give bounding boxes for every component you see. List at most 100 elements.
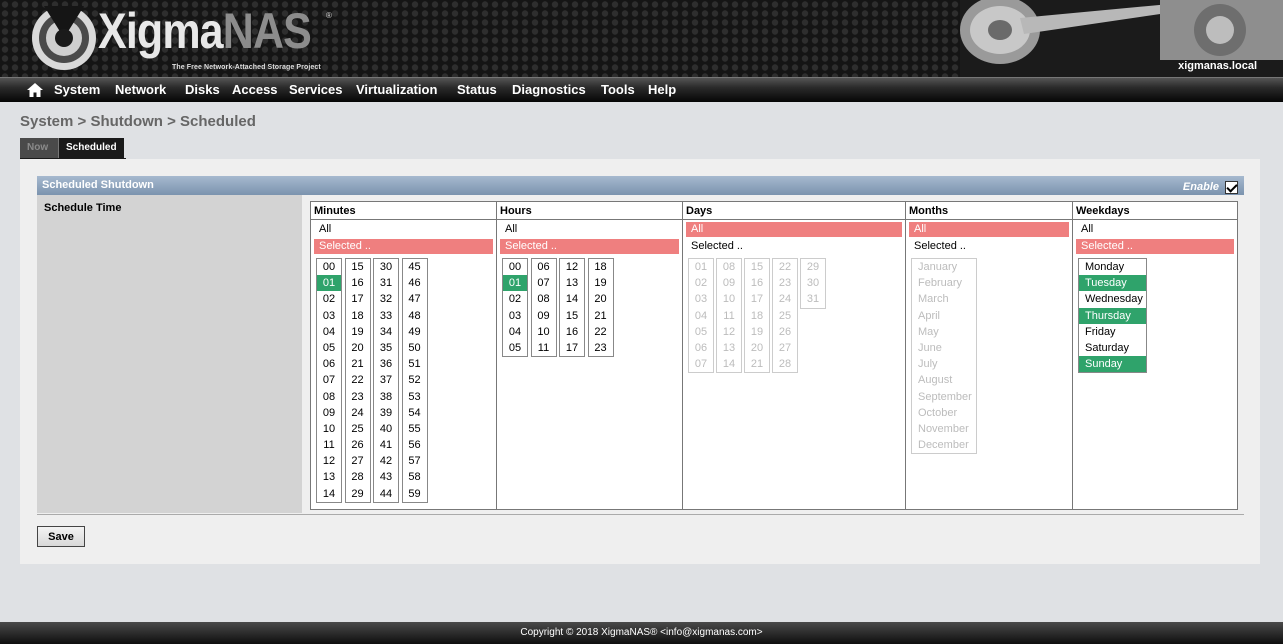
- nav-virtualization[interactable]: Virtualization: [356, 82, 437, 97]
- minutes-selected-option[interactable]: Selected ..: [314, 239, 493, 254]
- tab-now[interactable]: Now: [20, 138, 58, 158]
- enable-checkbox[interactable]: [1225, 181, 1238, 194]
- hours-list-item[interactable]: 09: [532, 308, 556, 324]
- minutes-list-item[interactable]: 32: [374, 291, 398, 307]
- hours-list-item[interactable]: 20: [589, 291, 613, 307]
- days-selected-option[interactable]: Selected ..: [686, 239, 902, 254]
- minutes-list-item[interactable]: 08: [317, 389, 341, 405]
- minutes-list-item[interactable]: 01: [317, 275, 341, 292]
- minutes-list-item[interactable]: 41: [374, 437, 398, 453]
- minutes-list-item[interactable]: 17: [346, 291, 370, 307]
- minutes-list-item[interactable]: 36: [374, 356, 398, 372]
- nav-diagnostics[interactable]: Diagnostics: [512, 82, 586, 97]
- minutes-list-item[interactable]: 26: [346, 437, 370, 453]
- minutes-list-item[interactable]: 20: [346, 340, 370, 356]
- hours-list-item[interactable]: 04: [503, 324, 527, 340]
- minutes-list-item[interactable]: 11: [317, 437, 341, 453]
- minutes-list-item[interactable]: 22: [346, 372, 370, 388]
- hours-list-item[interactable]: 12: [560, 259, 584, 275]
- minutes-list-item[interactable]: 42: [374, 453, 398, 469]
- minutes-list-item[interactable]: 18: [346, 308, 370, 324]
- minutes-list-item[interactable]: 00: [317, 259, 341, 275]
- nav-access[interactable]: Access: [232, 82, 278, 97]
- hours-list-item[interactable]: 23: [589, 340, 613, 356]
- minutes-list-item[interactable]: 34: [374, 324, 398, 340]
- nav-status[interactable]: Status: [457, 82, 497, 97]
- minutes-listbox[interactable]: 45 46 47 48 49 50 51 52 53 54 55 56 57 58 59: [401, 258, 428, 503]
- minutes-list-item[interactable]: 21: [346, 356, 370, 372]
- hours-list-item[interactable]: 21: [589, 308, 613, 324]
- hours-list-item[interactable]: 13: [560, 275, 584, 291]
- minutes-list-item[interactable]: 54: [403, 405, 427, 421]
- minutes-list-item[interactable]: 37: [374, 372, 398, 388]
- hours-list-item[interactable]: 17: [560, 340, 584, 356]
- minutes-list-item[interactable]: 19: [346, 324, 370, 340]
- minutes-list-item[interactable]: 16: [346, 275, 370, 291]
- minutes-list-item[interactable]: 45: [403, 259, 427, 275]
- minutes-list-item[interactable]: 05: [317, 340, 341, 356]
- minutes-list-item[interactable]: 30: [374, 259, 398, 275]
- hours-listbox[interactable]: 18 19 20 21 22 23: [587, 258, 614, 358]
- hours-list-item[interactable]: 00: [503, 259, 527, 275]
- hours-list-item[interactable]: 19: [589, 275, 613, 291]
- minutes-list-item[interactable]: 15: [346, 259, 370, 275]
- minutes-list-item[interactable]: 53: [403, 389, 427, 405]
- minutes-list-item[interactable]: 44: [374, 486, 398, 502]
- nav-services[interactable]: Services: [289, 82, 343, 97]
- nav-disks[interactable]: Disks: [185, 82, 220, 97]
- hours-listbox[interactable]: 12 13 14 15 16 17: [559, 258, 585, 358]
- minutes-list-item[interactable]: 48: [403, 308, 427, 324]
- minutes-list-item[interactable]: 09: [317, 405, 341, 421]
- nav-help[interactable]: Help: [648, 82, 676, 97]
- minutes-list-item[interactable]: 04: [317, 324, 341, 340]
- hours-listbox[interactable]: 00 01 02 03 04 05: [502, 258, 528, 358]
- minutes-list-item[interactable]: 03: [317, 308, 341, 324]
- minutes-listbox[interactable]: 30 31 32 33 34 35 36 37 38 39 40 41 42 43 44: [373, 258, 399, 503]
- minutes-listbox[interactable]: 15 16 17 18 19 20 21 22 23 24 25 26 27 28 29: [344, 258, 371, 503]
- minutes-list-item[interactable]: 38: [374, 389, 398, 405]
- tab-scheduled[interactable]: Scheduled: [58, 138, 124, 158]
- minutes-list-item[interactable]: 49: [403, 324, 427, 340]
- minutes-list-item[interactable]: 31: [374, 275, 398, 291]
- minutes-listbox[interactable]: 00 01 02 03 04 05 06 07 08 09 10 11 12 13 14: [316, 258, 342, 503]
- minutes-list-item[interactable]: 24: [346, 405, 370, 421]
- hours-listbox[interactable]: 06 07 08 09 10 11: [530, 258, 557, 358]
- weekdays-selected-option[interactable]: Selected ..: [1076, 239, 1234, 254]
- minutes-all-option[interactable]: All: [314, 222, 493, 237]
- weekdays-list-item[interactable]: Thursday: [1079, 307, 1146, 324]
- minutes-list-item[interactable]: 06: [317, 356, 341, 372]
- hours-list-item[interactable]: 15: [560, 308, 584, 324]
- minutes-list-item[interactable]: 13: [317, 469, 341, 485]
- hours-list-item[interactable]: 05: [503, 340, 527, 356]
- minutes-list-item[interactable]: 43: [374, 469, 398, 485]
- hours-list-item[interactable]: 06: [532, 259, 556, 275]
- weekdays-list-item[interactable]: Sunday: [1079, 356, 1146, 373]
- hours-list-item[interactable]: 07: [532, 275, 556, 291]
- hours-selected-option[interactable]: Selected ..: [500, 239, 679, 254]
- hours-list-item[interactable]: 16: [560, 324, 584, 340]
- months-all-option[interactable]: All: [909, 222, 1069, 237]
- months-selected-option[interactable]: Selected ..: [909, 239, 1069, 254]
- hours-list-item[interactable]: 22: [589, 324, 613, 340]
- minutes-list-item[interactable]: 58: [403, 469, 427, 485]
- minutes-list-item[interactable]: 25: [346, 421, 370, 437]
- minutes-list-item[interactable]: 28: [346, 469, 370, 485]
- minutes-list-item[interactable]: 27: [346, 453, 370, 469]
- home-icon[interactable]: [27, 83, 43, 97]
- minutes-list-item[interactable]: 59: [403, 486, 427, 502]
- weekdays-listbox[interactable]: Monday Tuesday Wednesday Thursday Friday Satu…: [1078, 258, 1147, 374]
- minutes-list-item[interactable]: 56: [403, 437, 427, 453]
- hours-list-item[interactable]: 18: [589, 259, 613, 275]
- nav-tools[interactable]: Tools: [601, 82, 635, 97]
- minutes-list-item[interactable]: 55: [403, 421, 427, 437]
- save-button[interactable]: Save: [37, 526, 85, 547]
- hours-list-item[interactable]: 03: [503, 308, 527, 324]
- hours-list-item[interactable]: 08: [532, 291, 556, 307]
- weekdays-list-item[interactable]: Monday: [1079, 259, 1146, 275]
- minutes-list-item[interactable]: 35: [374, 340, 398, 356]
- hours-list-item[interactable]: 14: [560, 291, 584, 307]
- weekdays-all-option[interactable]: All: [1076, 222, 1234, 237]
- minutes-list-item[interactable]: 40: [374, 421, 398, 437]
- weekdays-list-item[interactable]: Friday: [1079, 324, 1146, 340]
- minutes-list-item[interactable]: 10: [317, 421, 341, 437]
